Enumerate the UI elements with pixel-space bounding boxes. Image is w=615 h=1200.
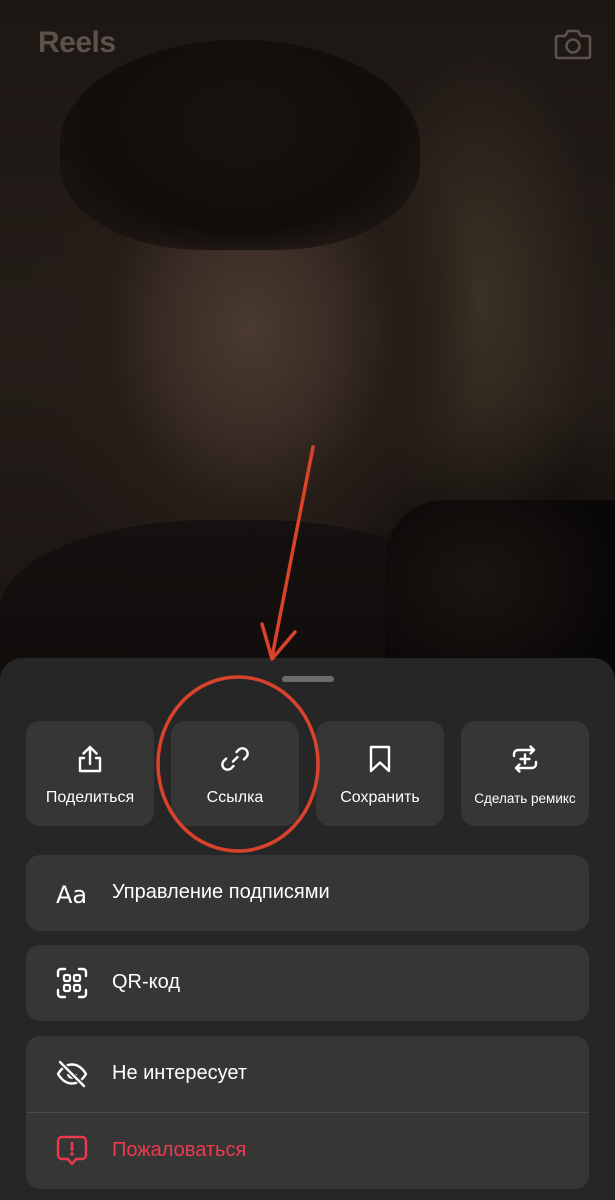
qr-code-icon (56, 967, 88, 999)
save-button[interactable]: Сохранить (316, 721, 444, 826)
report-item[interactable]: Пожаловаться (26, 1113, 589, 1189)
manage-captions-item[interactable]: Aa Управление подписями (26, 855, 589, 931)
share-label: Поделиться (45, 789, 135, 806)
camera-icon (554, 29, 592, 60)
save-label: Сохранить (340, 789, 420, 806)
eye-slash-icon (56, 1059, 88, 1089)
link-label: Ссылка (206, 789, 264, 806)
captions-icon: Aa (56, 881, 87, 909)
qr-group: QR-код (26, 945, 589, 1021)
remix-icon (512, 745, 538, 773)
sheet-grabber[interactable] (282, 676, 334, 682)
report-icon (56, 1135, 88, 1166)
feedback-group: Не интересует Пожаловаться (26, 1036, 589, 1189)
svg-text:Aa: Aa (56, 881, 87, 909)
quick-actions: Поделиться Ссылка Сохранить Сделать реми… (0, 721, 615, 826)
copy-link-button[interactable]: Ссылка (171, 721, 299, 826)
remix-label: Сделать ремикс (474, 791, 576, 806)
qr-code-label: QR-код (112, 971, 180, 993)
not-interested-item[interactable]: Не интересует (26, 1036, 589, 1112)
reel-video[interactable] (0, 0, 615, 700)
share-icon (78, 745, 102, 773)
share-button[interactable]: Поделиться (26, 721, 154, 826)
qr-code-item[interactable]: QR-код (26, 945, 589, 1021)
not-interested-label: Не интересует (112, 1062, 248, 1084)
page-title: Reels (38, 26, 116, 59)
captions-group: Aa Управление подписями (26, 855, 589, 931)
video-subject-hair (60, 40, 420, 250)
manage-captions-label: Управление подписями (112, 881, 330, 903)
report-label: Пожаловаться (112, 1139, 247, 1161)
more-options-sheet: Поделиться Ссылка Сохранить Сделать реми… (0, 658, 615, 1200)
camera-button[interactable] (554, 26, 592, 62)
remix-button[interactable]: Сделать ремикс (461, 721, 589, 826)
link-icon (221, 747, 249, 771)
bookmark-icon (369, 745, 391, 773)
